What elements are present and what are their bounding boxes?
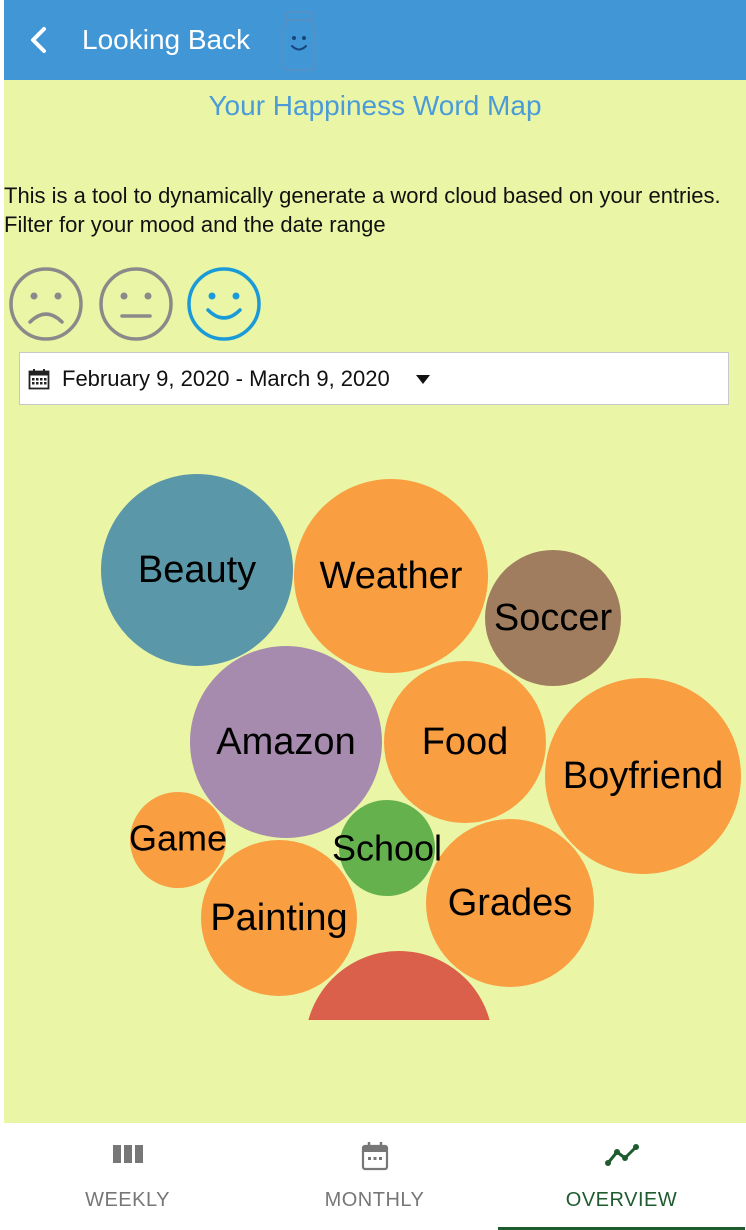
happy-face-icon[interactable] [186,266,262,342]
app-screen: Looking Back Your Happiness Word Map Thi… [4,0,746,1230]
chevron-left-icon[interactable] [22,22,54,58]
word-bubble-school[interactable] [339,800,435,896]
bar-columns-icon [112,1145,143,1163]
caret-down-icon [416,375,430,384]
word-bubble-beauty[interactable] [101,474,293,666]
page-title: Your Happiness Word Map [208,90,542,121]
neutral-face-icon[interactable] [98,266,174,342]
line-chart-icon [604,1144,639,1166]
header-title: Looking Back [82,24,251,55]
smiley-jar-icon [282,11,316,71]
tab-monthly[interactable]: MONTHLY [251,1123,498,1230]
page-description: This is a tool to dynamically generate a… [4,183,721,237]
calendar-icon [28,369,50,390]
tab-overview-label: OVERVIEW [565,1189,678,1211]
word-bubble-game[interactable] [130,792,226,888]
app-header: Looking Back [4,0,746,80]
word-bubble-amazon[interactable] [190,646,382,838]
tab-monthly-label: MONTHLY [324,1189,425,1211]
word-bubble-soccer[interactable] [485,550,621,686]
bottom-tab-bar: WEEKLY MONTHLY OVERVIEW [4,1123,746,1230]
word-bubble-painting[interactable] [201,840,357,996]
sad-face-icon[interactable] [8,266,84,342]
word-bubble-weather[interactable] [294,479,488,673]
date-range-value: February 9, 2020 - March 9, 2020 [62,366,390,391]
tab-weekly-label: WEEKLY [85,1189,170,1211]
tab-overview[interactable]: OVERVIEW [498,1123,745,1230]
word-bubble-food[interactable] [384,661,546,823]
word-bubble-unlabeled[interactable] [305,951,493,1120]
word-cloud: Beauty WeatherSoccerAmazon FoodBoyfriendGa… [101,474,741,1120]
tab-weekly[interactable]: WEEKLY [4,1123,251,1230]
word-bubble-grades[interactable] [426,819,594,987]
word-bubble-boyfriend[interactable] [545,678,741,874]
date-range-picker[interactable]: February 9, 2020 - March 9, 2020 [19,352,729,405]
calendar-icon [361,1142,388,1171]
